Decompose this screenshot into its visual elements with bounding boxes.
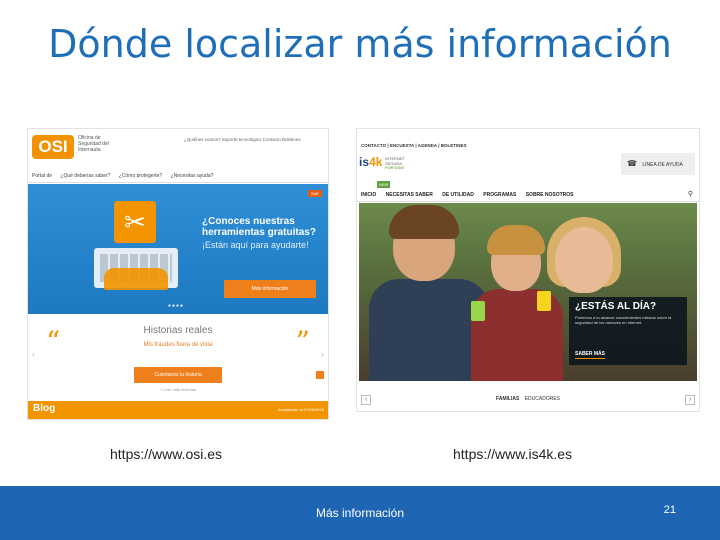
is4k-url-link[interactable]: https://www.is4k.es xyxy=(453,446,572,462)
osi-top-links: ¿Quiénes somos? Soporte tecnológico Cont… xyxy=(184,137,301,142)
carousel-dots: ●●●● xyxy=(168,303,185,309)
is4k-nav-item: PROGRAMAS xyxy=(483,192,517,198)
osi-stories-subtitle: Mis fraudes fuera de vista xyxy=(143,342,213,348)
osi-hero-button: Más información xyxy=(224,280,316,298)
is4k-overlay-text: Ponemos a tu alcance conocimientos básic… xyxy=(575,315,672,325)
osi-nav: Portal de ¿Qué deberías saber? ¿Cómo pro… xyxy=(28,169,328,183)
osi-hero-title: ¿Conoces nuestras herramientas gratuitas… xyxy=(202,216,316,238)
osi-nav-item: Portal de xyxy=(32,173,53,179)
kid-hair-shape xyxy=(487,225,545,255)
osi-url-link[interactable]: https://www.osi.es xyxy=(110,446,222,462)
is4k-overlay-button: SABER MÁS xyxy=(575,351,606,359)
is4k-logo-four: 4k xyxy=(369,155,383,169)
osi-hero-banner: SAE ✂ ¿Conoces nuestras herramientas gra… xyxy=(28,184,328,314)
osi-stories-more: + Leer más historias xyxy=(159,387,197,392)
chevron-right-icon: › xyxy=(321,349,324,359)
osi-stories-button: Cuéntanos tu historia xyxy=(134,367,222,383)
osi-blog-label: Blog xyxy=(33,403,56,414)
osi-blog-date: Actualizado el 07/06/2016 xyxy=(277,407,324,412)
osi-logo-subtitle: Oficina de Seguridad del Internauta xyxy=(78,135,109,153)
is4k-nav: INICIO NECESITAS SABER DE UTILIDAD PROGR… xyxy=(357,189,699,202)
is4k-audience-tabs: FAMILIAS EDUCADORES xyxy=(357,389,699,409)
osi-header: OSI Oficina de Seguridad del Internauta … xyxy=(28,129,328,169)
is4k-logo: is4k xyxy=(359,155,383,177)
kid-face-shape xyxy=(555,227,613,293)
hands-illustration xyxy=(104,268,168,290)
is4k-nav-item: DE UTILIDAD xyxy=(442,192,474,198)
osi-hero-text: ¿Conoces nuestras herramientas gratuitas… xyxy=(202,216,324,251)
phone-shape xyxy=(537,291,551,311)
is4k-nav-item: NECESITAS SABER xyxy=(385,192,433,198)
is4k-tag-line-3: FOR KIDS xyxy=(385,165,405,171)
osi-nav-item: ¿Qué deberías saber? xyxy=(60,173,111,179)
footer-text: Más información xyxy=(315,506,405,520)
is4k-logo-main: is xyxy=(359,155,370,169)
footer-bar: Más información 21 xyxy=(0,486,720,540)
is4k-logo-tagline: INTERNET SEGURA FOR KIDS xyxy=(385,156,405,171)
osi-hero-badge: SAE xyxy=(307,190,322,197)
chevron-left-icon: ‹ xyxy=(32,349,35,359)
tools-icon: ✂ xyxy=(114,201,156,243)
is4k-hero-overlay: ¿ESTÁS AL DÍA? Ponemos a tu alcance cono… xyxy=(569,297,687,365)
osi-blog-bar: Blog Actualizado el 07/06/2016 xyxy=(28,401,328,419)
osi-nav-item: ¿Necesitas ayuda? xyxy=(170,173,214,179)
osi-scroll-button xyxy=(316,371,324,379)
page-number: 21 xyxy=(663,504,676,516)
is4k-tab-families: FAMILIAS xyxy=(495,396,520,402)
phone-shape xyxy=(471,301,485,321)
is4k-new-badge: NEW xyxy=(377,181,391,188)
phone-icon: ☎ xyxy=(627,159,637,168)
osi-hero-subtitle: ¡Están aquí para ayudarte! xyxy=(202,240,309,250)
is4k-tab-educators: EDUCADORES xyxy=(524,396,561,402)
is4k-help-line: ☎ LÍNEA DE AYUDA xyxy=(621,153,695,175)
slide-title: Dónde localizar más información xyxy=(48,22,672,66)
is4k-overlay-title: ¿ESTÁS AL DÍA? xyxy=(575,301,657,312)
is4k-help-label: LÍNEA DE AYUDA xyxy=(642,162,683,168)
kid-hair-shape xyxy=(389,205,459,239)
is4k-nav-item: INICIO xyxy=(361,192,377,198)
osi-nav-item: ¿Cómo protegerte? xyxy=(118,173,163,179)
is4k-website-screenshot[interactable]: CONTACTO | ENCUESTA | AGENDA | BOLETINES… xyxy=(356,128,700,412)
osi-logo: OSI xyxy=(32,135,74,159)
search-icon: ⚲ xyxy=(687,191,693,198)
kids-photo: ¿ESTÁS AL DÍA? Ponemos a tu alcance cono… xyxy=(359,203,697,381)
osi-stories-title: Historias reales xyxy=(143,325,213,336)
is4k-nav-item: SOBRE NOSOTROS xyxy=(525,192,574,198)
osi-stories-section: “ ” ‹ › Historias reales Mis fraudes fue… xyxy=(28,315,328,401)
osi-website-screenshot[interactable]: OSI Oficina de Seguridad del Internauta … xyxy=(27,128,329,420)
is4k-top-links: CONTACTO | ENCUESTA | AGENDA | BOLETINES xyxy=(361,143,467,148)
